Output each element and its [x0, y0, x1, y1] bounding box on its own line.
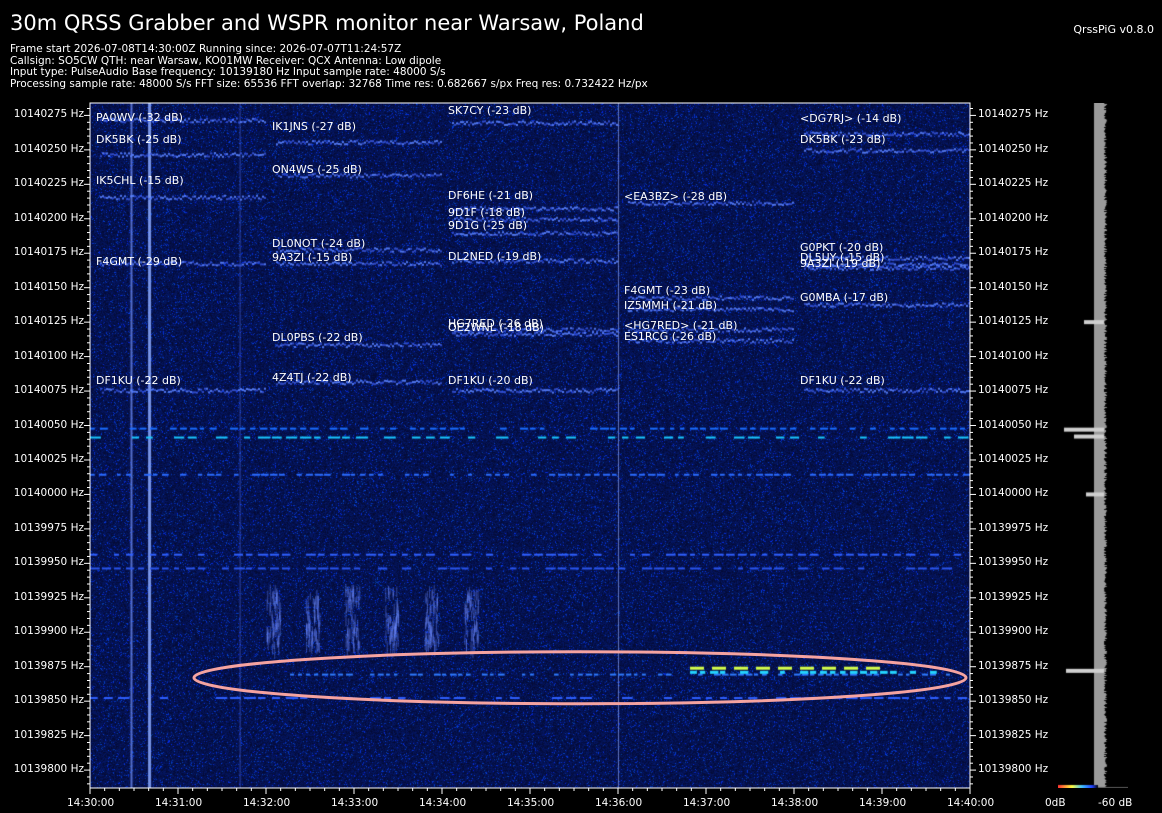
y-tick-label-left: 10140050 Hz — [13, 418, 84, 431]
wspr-spot-label: DF6HE (-21 dB) — [448, 189, 534, 203]
wspr-spot-label: F4GMT (-23 dB) — [624, 284, 711, 298]
wspr-spot-label: 9A3ZI (-19 dB) — [800, 256, 881, 270]
y-tick-label-right: 10139800 Hz — [978, 763, 1049, 776]
wspr-spot-label: DL2NED (-19 dB) — [448, 249, 542, 263]
y-tick-label-right: 10139900 Hz — [978, 625, 1049, 638]
y-tick-label-right: 10139950 Hz — [978, 556, 1049, 569]
wspr-spot-label: DL0NOT (-24 dB) — [272, 237, 366, 251]
wspr-spot-label: G0MBA (-17 dB) — [800, 291, 889, 305]
x-tick-label: 14:31:00 — [155, 797, 203, 809]
y-tick-label-right: 10140125 Hz — [978, 315, 1049, 328]
y-tick-label-left: 10139850 Hz — [13, 694, 84, 707]
wspr-spot-label: DF1KU (-20 dB) — [448, 373, 533, 387]
y-tick-label-left: 10140275 Hz — [13, 108, 84, 121]
wspr-spot-label: 9D1F (-18 dB) — [448, 205, 525, 219]
wspr-spot-label: SK7CY (-23 dB) — [448, 103, 532, 117]
y-tick-label-right: 10140100 Hz — [978, 349, 1049, 362]
y-tick-label-right: 10140025 Hz — [978, 452, 1049, 465]
station-info: Frame start 2026-07-08T14:30:00Z Running… — [10, 43, 648, 90]
x-tick-label: 14:36:00 — [595, 797, 643, 809]
info-line: Input type: PulseAudio Base frequency: 1… — [10, 66, 446, 78]
wspr-spot-label: ON4WS (-25 dB) — [272, 162, 362, 176]
waterfall-spectrogram — [90, 103, 970, 788]
x-tick-label: 14:35:00 — [507, 797, 555, 809]
y-tick-label-left: 10140125 Hz — [13, 315, 84, 328]
y-tick-label-right: 10140000 Hz — [978, 487, 1049, 500]
wspr-spot-label: IZ5MMH (-21 dB) — [624, 299, 718, 313]
y-tick-label-right: 10139925 Hz — [978, 590, 1049, 603]
y-tick-label-left: 10139875 Hz — [13, 659, 84, 672]
wspr-spot-label: DK5BK (-25 dB) — [96, 132, 182, 146]
y-tick-label-right: 10140150 Hz — [978, 280, 1049, 293]
y-tick-label-left: 10140175 Hz — [13, 246, 84, 259]
x-tick-label: 14:32:00 — [243, 797, 291, 809]
info-line: Frame start 2026-07-08T14:30:00Z Running… — [10, 43, 402, 55]
x-tick-label: 14:30:00 — [67, 797, 115, 809]
page-title: 30m QRSS Grabber and WSPR monitor near W… — [10, 11, 644, 35]
y-tick-label-right: 10140275 Hz — [978, 108, 1049, 121]
x-tick-label: 14:34:00 — [419, 797, 467, 809]
y-tick-label-right: 10139850 Hz — [978, 694, 1049, 707]
x-tick-label: 14:40:00 — [947, 797, 995, 809]
y-tick-label-left: 10140075 Hz — [13, 384, 84, 397]
wspr-spot-label: OE2WNL (-18 dB) — [448, 321, 544, 335]
wspr-spot-label: 9A3ZI (-15 dB) — [272, 251, 353, 265]
x-tick-label: 14:38:00 — [771, 797, 819, 809]
wspr-spot-label: DK5BK (-23 dB) — [800, 132, 886, 146]
wspr-spot-label: 9D1G (-25 dB) — [448, 219, 528, 233]
y-tick-label-left: 10139950 Hz — [13, 556, 84, 569]
legend-min-label: -60 dB — [1098, 797, 1133, 809]
spectrum-profile — [1058, 103, 1128, 788]
y-tick-label-left: 10140225 Hz — [13, 177, 84, 190]
version-label: QrssPiG v0.8.0 — [1073, 23, 1154, 36]
y-tick-label-left: 10140150 Hz — [13, 280, 84, 293]
wspr-spot-label: PA0WV (-32 dB) — [96, 110, 183, 124]
y-tick-label-left: 10139925 Hz — [13, 590, 84, 603]
y-tick-label-right: 10140050 Hz — [978, 418, 1049, 431]
y-tick-label-right: 10139975 Hz — [978, 521, 1049, 534]
y-tick-label-right: 10140200 Hz — [978, 211, 1049, 224]
y-tick-label-right: 10140075 Hz — [978, 384, 1049, 397]
wspr-spot-label: IK5CHL (-15 dB) — [96, 173, 184, 187]
x-tick-label: 14:37:00 — [683, 797, 731, 809]
y-tick-label-left: 10140000 Hz — [13, 487, 84, 500]
wspr-spot-label: DF1KU (-22 dB) — [96, 373, 181, 387]
y-tick-label-left: 10139800 Hz — [13, 763, 84, 776]
wspr-spot-label: F4GMT (-29 dB) — [96, 255, 183, 269]
y-tick-label-right: 10139875 Hz — [978, 659, 1049, 672]
y-tick-label-left: 10139900 Hz — [13, 625, 84, 638]
wspr-spot-label: 4Z4TJ (-22 dB) — [272, 371, 352, 385]
wspr-spot-label: <EA3BZ> (-28 dB) — [624, 190, 728, 204]
x-tick-label: 14:39:00 — [859, 797, 907, 809]
y-tick-label-left: 10140200 Hz — [13, 211, 84, 224]
y-tick-label-left: 10139975 Hz — [13, 521, 84, 534]
wspr-spot-label: <DG7RJ> (-14 dB) — [800, 111, 902, 125]
wspr-spot-label: DF1KU (-22 dB) — [800, 373, 885, 387]
y-tick-label-right: 10140175 Hz — [978, 246, 1049, 259]
y-tick-label-left: 10140100 Hz — [13, 349, 84, 362]
y-tick-label-left: 10140025 Hz — [13, 452, 84, 465]
y-tick-label-right: 10140250 Hz — [978, 142, 1049, 155]
wspr-spot-label: IK1JNS (-27 dB) — [272, 120, 356, 134]
x-tick-label: 14:33:00 — [331, 797, 379, 809]
y-tick-label-right: 10140225 Hz — [978, 177, 1049, 190]
y-tick-label-left: 10139825 Hz — [13, 728, 84, 741]
y-tick-label-right: 10139825 Hz — [978, 728, 1049, 741]
info-line: Processing sample rate: 48000 S/s FFT si… — [10, 77, 648, 90]
wspr-spot-label: ES1RCG (-26 dB) — [624, 329, 717, 343]
y-tick-label-left: 10140250 Hz — [13, 142, 84, 155]
legend-max-label: 0dB — [1045, 797, 1066, 809]
wspr-spot-label: DL0PBS (-22 dB) — [272, 331, 363, 345]
